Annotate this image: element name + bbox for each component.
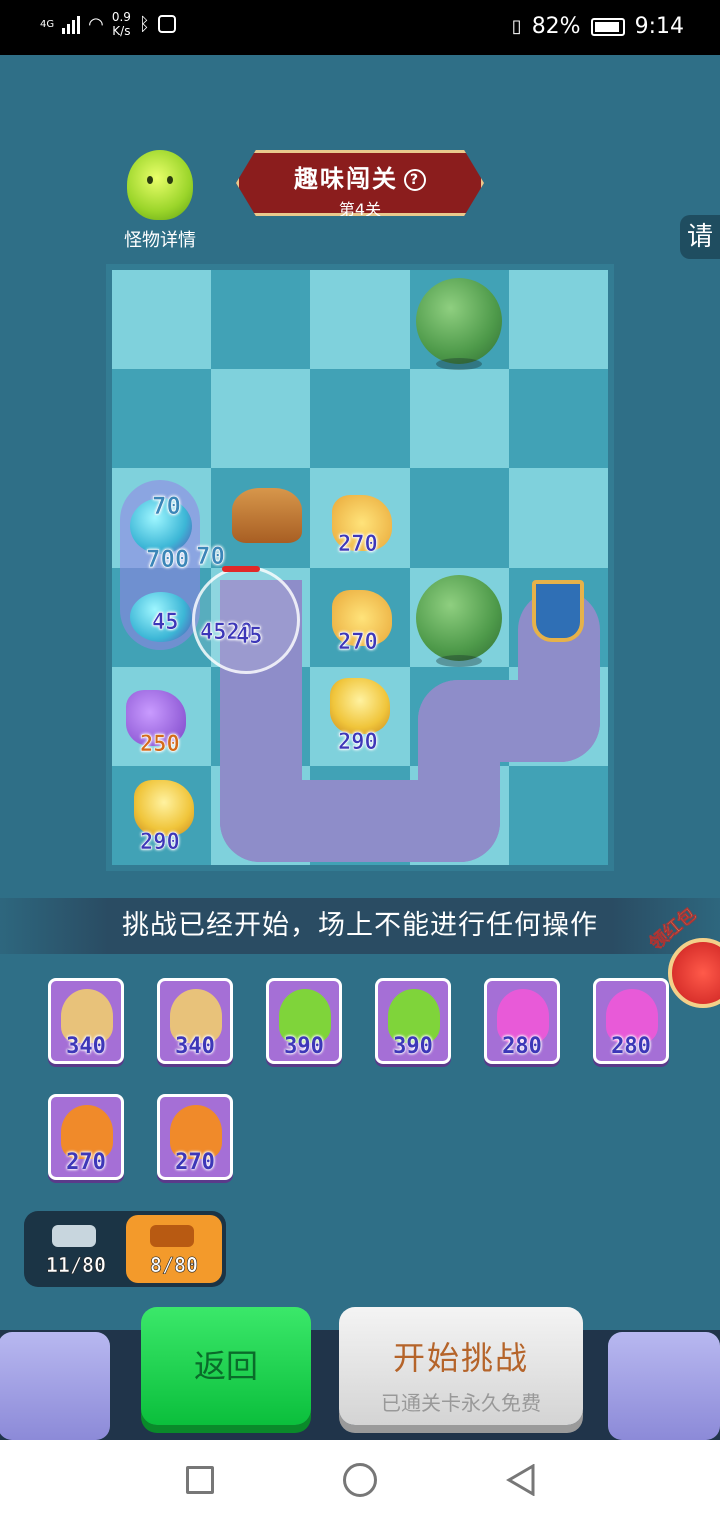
monster-details-button[interactable]: 怪物详情 (110, 150, 210, 252)
back-triangle-icon[interactable] (506, 1464, 536, 1496)
enemy-hp-label: 700 (146, 545, 190, 574)
remove-tool-button[interactable]: 11/80 (28, 1215, 124, 1283)
card-cost: 390 (284, 1034, 324, 1059)
board-cell[interactable] (508, 765, 608, 866)
recent-apps-icon[interactable] (186, 1466, 214, 1494)
card-cost: 390 (393, 1034, 433, 1059)
cactus-monster-icon (127, 150, 193, 220)
board-cell[interactable] (310, 369, 410, 469)
right-side-button[interactable] (608, 1332, 720, 1440)
board-cell[interactable] (409, 369, 509, 469)
mode-title: 趣味闯关 (294, 165, 398, 193)
tree-obstacle (416, 575, 502, 667)
tower-card[interactable]: 280 (593, 978, 669, 1064)
tower-card[interactable]: 340 (48, 978, 124, 1064)
back-button[interactable]: 返回 (141, 1307, 311, 1425)
app-icon (157, 15, 176, 33)
base-flag-icon (532, 580, 584, 642)
enemy-hp-label: 70 (152, 492, 181, 521)
tower-level-label: 270 (338, 630, 378, 656)
health-bar (222, 566, 260, 572)
tower-card[interactable]: 270 (48, 1094, 124, 1180)
card-cost: 270 (66, 1150, 106, 1175)
board-cell[interactable] (508, 468, 608, 568)
enemy-hp-label: 45 (152, 610, 179, 636)
tower-level-label: 290 (338, 730, 378, 756)
game-area: 怪物详情 趣味闯关? 第4关 请 70 700 70 45 4520 45 25… (0, 55, 720, 1440)
start-challenge-button[interactable]: 开始挑战 已通关卡永久免费 (339, 1307, 583, 1425)
enemy-hp-label: 70 (196, 542, 225, 571)
tool-counter-panel: 11/80 8/80 (24, 1211, 226, 1287)
home-icon[interactable] (343, 1463, 377, 1497)
side-tab[interactable]: 请 (680, 215, 720, 259)
bell-tower[interactable] (134, 780, 194, 836)
shovel-icon (52, 1225, 96, 1247)
tree-stump-obstacle (232, 488, 302, 543)
network-type: 4G (40, 18, 55, 30)
help-icon[interactable]: ? (404, 169, 426, 191)
board-cell[interactable] (508, 270, 608, 370)
start-challenge-label: 开始挑战 (392, 1339, 529, 1377)
level-number: 第4关 (338, 200, 382, 219)
hammer-tool-count: 8/80 (149, 1253, 199, 1278)
wifi-icon: ◠ (88, 13, 104, 35)
left-side-button[interactable] (0, 1332, 110, 1440)
board-cell[interactable] (409, 468, 509, 568)
tower-level-label: 270 (338, 532, 378, 558)
card-cost: 280 (502, 1034, 542, 1059)
board-cell[interactable] (211, 369, 311, 469)
card-cost: 340 (175, 1034, 215, 1059)
status-message: 挑战已经开始，场上不能进行任何操作 (0, 898, 720, 954)
hammer-icon (150, 1225, 194, 1247)
status-bar: 4G ◠ 0.9 K/s ᛒ ▯ 82% 9:14 (0, 0, 720, 55)
tower-card[interactable]: 390 (375, 978, 451, 1064)
card-cost: 340 (66, 1034, 106, 1059)
monster-details-label: 怪物详情 (124, 230, 196, 251)
remove-tool-count: 11/80 (45, 1253, 107, 1278)
signal-icon (62, 14, 81, 34)
board-cell[interactable] (112, 270, 212, 370)
card-cost: 270 (175, 1150, 215, 1175)
bluetooth-icon: ᛒ (138, 13, 150, 35)
card-cost: 280 (611, 1034, 651, 1059)
board-cell[interactable] (112, 369, 212, 469)
vibrate-icon: ▯ (511, 16, 522, 37)
board-cell[interactable] (508, 369, 608, 469)
tower-card[interactable]: 390 (266, 978, 342, 1064)
tower-level-label: 290 (140, 830, 180, 856)
bell-tower[interactable] (330, 678, 390, 734)
system-nav-bar (0, 1440, 720, 1520)
tower-card[interactable]: 280 (484, 978, 560, 1064)
tower-level-label: 250 (140, 732, 180, 758)
tower-card[interactable]: 340 (157, 978, 233, 1064)
battery-icon (590, 17, 625, 36)
start-challenge-sublabel: 已通关卡永久免费 (381, 1391, 541, 1415)
level-title-banner: 趣味闯关? 第4关 (236, 150, 484, 216)
tower-card[interactable]: 270 (157, 1094, 233, 1180)
hammer-tool-button[interactable]: 8/80 (126, 1215, 222, 1283)
battery-percent: 82% (531, 14, 581, 39)
board-cell[interactable] (211, 270, 311, 370)
damage-label: 45 (236, 624, 263, 650)
clock: 9:14 (634, 14, 684, 39)
game-board[interactable]: 70 700 70 45 4520 45 250 290 270 270 290 (112, 270, 608, 866)
board-cell[interactable] (310, 270, 410, 370)
tree-obstacle (416, 278, 502, 370)
network-speed: 0.9 K/s (111, 10, 131, 38)
